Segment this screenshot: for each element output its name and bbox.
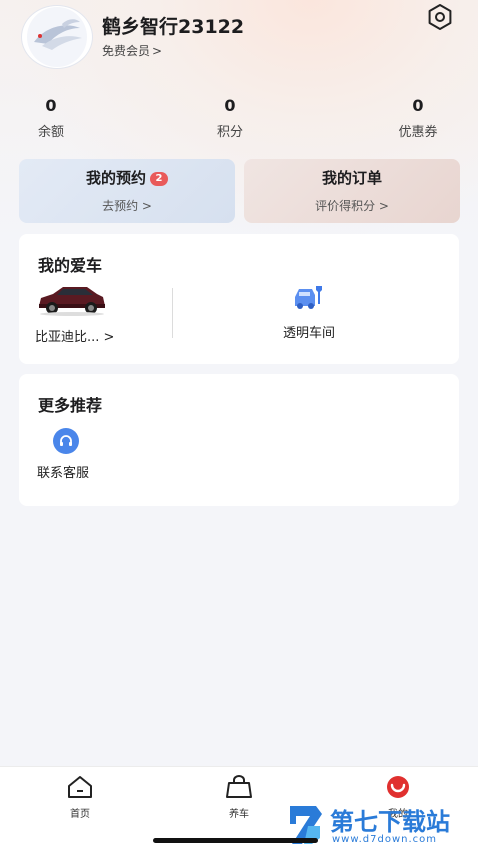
avatar[interactable] xyxy=(21,5,93,69)
member-level-link[interactable]: 免费会员 > xyxy=(102,42,162,59)
watermark-name: 第七下载站 xyxy=(330,808,450,836)
tab-home[interactable]: 首页 xyxy=(50,775,110,820)
appointments-subtitle: 去预约 > xyxy=(102,199,152,213)
my-orders-card[interactable]: 我的订单 评价得积分 > xyxy=(244,159,460,223)
car-image xyxy=(39,287,105,316)
customer-service-item[interactable]: 联系客服 xyxy=(37,428,107,481)
watermark-url: www.d7down.com xyxy=(332,834,438,845)
more-title: 更多推荐 xyxy=(38,396,103,415)
points-value: 0 xyxy=(224,96,236,115)
chevron-right-icon: > xyxy=(152,43,163,58)
balance-label: 余额 xyxy=(37,125,64,140)
shopping-bag-icon xyxy=(226,775,252,798)
crane-logo-icon xyxy=(27,7,87,67)
appointments-count-badge: 2 xyxy=(150,172,168,186)
smile-face-icon xyxy=(387,776,409,798)
home-indicator[interactable] xyxy=(153,838,318,843)
balance-value: 0 xyxy=(45,96,57,115)
tab-home-label: 首页 xyxy=(70,809,90,820)
car-name: 比亚迪比... > xyxy=(35,330,115,345)
transparent-workshop-item[interactable]: 透明车间 xyxy=(259,282,359,341)
coupons-stat[interactable]: 0 优惠券 xyxy=(378,96,458,140)
member-label: 免费会员 xyxy=(102,44,151,58)
balance-stat[interactable]: 0 余额 xyxy=(11,96,91,140)
appointments-title: 我的预约 xyxy=(85,169,146,187)
tab-car-care[interactable]: 养车 xyxy=(209,775,269,820)
settings-hexagon-icon xyxy=(428,4,452,30)
more-recommendations-panel: 更多推荐 联系客服 xyxy=(19,374,459,506)
my-appointments-card[interactable]: 我的预约 2 去预约 > xyxy=(19,159,235,223)
coupons-label: 优惠券 xyxy=(398,125,438,140)
appointments-title-row: 我的预约 2 xyxy=(19,167,235,188)
home-icon xyxy=(68,776,92,798)
orders-title: 我的订单 xyxy=(321,169,382,187)
car-wrench-icon xyxy=(295,286,322,309)
customer-service-label: 联系客服 xyxy=(37,466,90,481)
points-stat[interactable]: 0 积分 xyxy=(190,96,270,140)
my-car-panel: 我的爱车 比亚迪比... > 透明车间 xyxy=(19,234,459,364)
username: 鹤乡智行23122 xyxy=(102,16,245,38)
workshop-label: 透明车间 xyxy=(282,326,335,341)
tab-car-care-label: 养车 xyxy=(229,809,249,820)
coupons-value: 0 xyxy=(412,96,424,115)
car-item[interactable]: 比亚迪比... > xyxy=(35,282,135,345)
points-label: 积分 xyxy=(216,125,243,140)
my-car-title: 我的爱车 xyxy=(38,256,103,275)
settings-button[interactable] xyxy=(425,2,455,32)
divider xyxy=(172,288,173,338)
headset-icon xyxy=(53,428,79,454)
orders-subtitle: 评价得积分 > xyxy=(315,199,389,213)
